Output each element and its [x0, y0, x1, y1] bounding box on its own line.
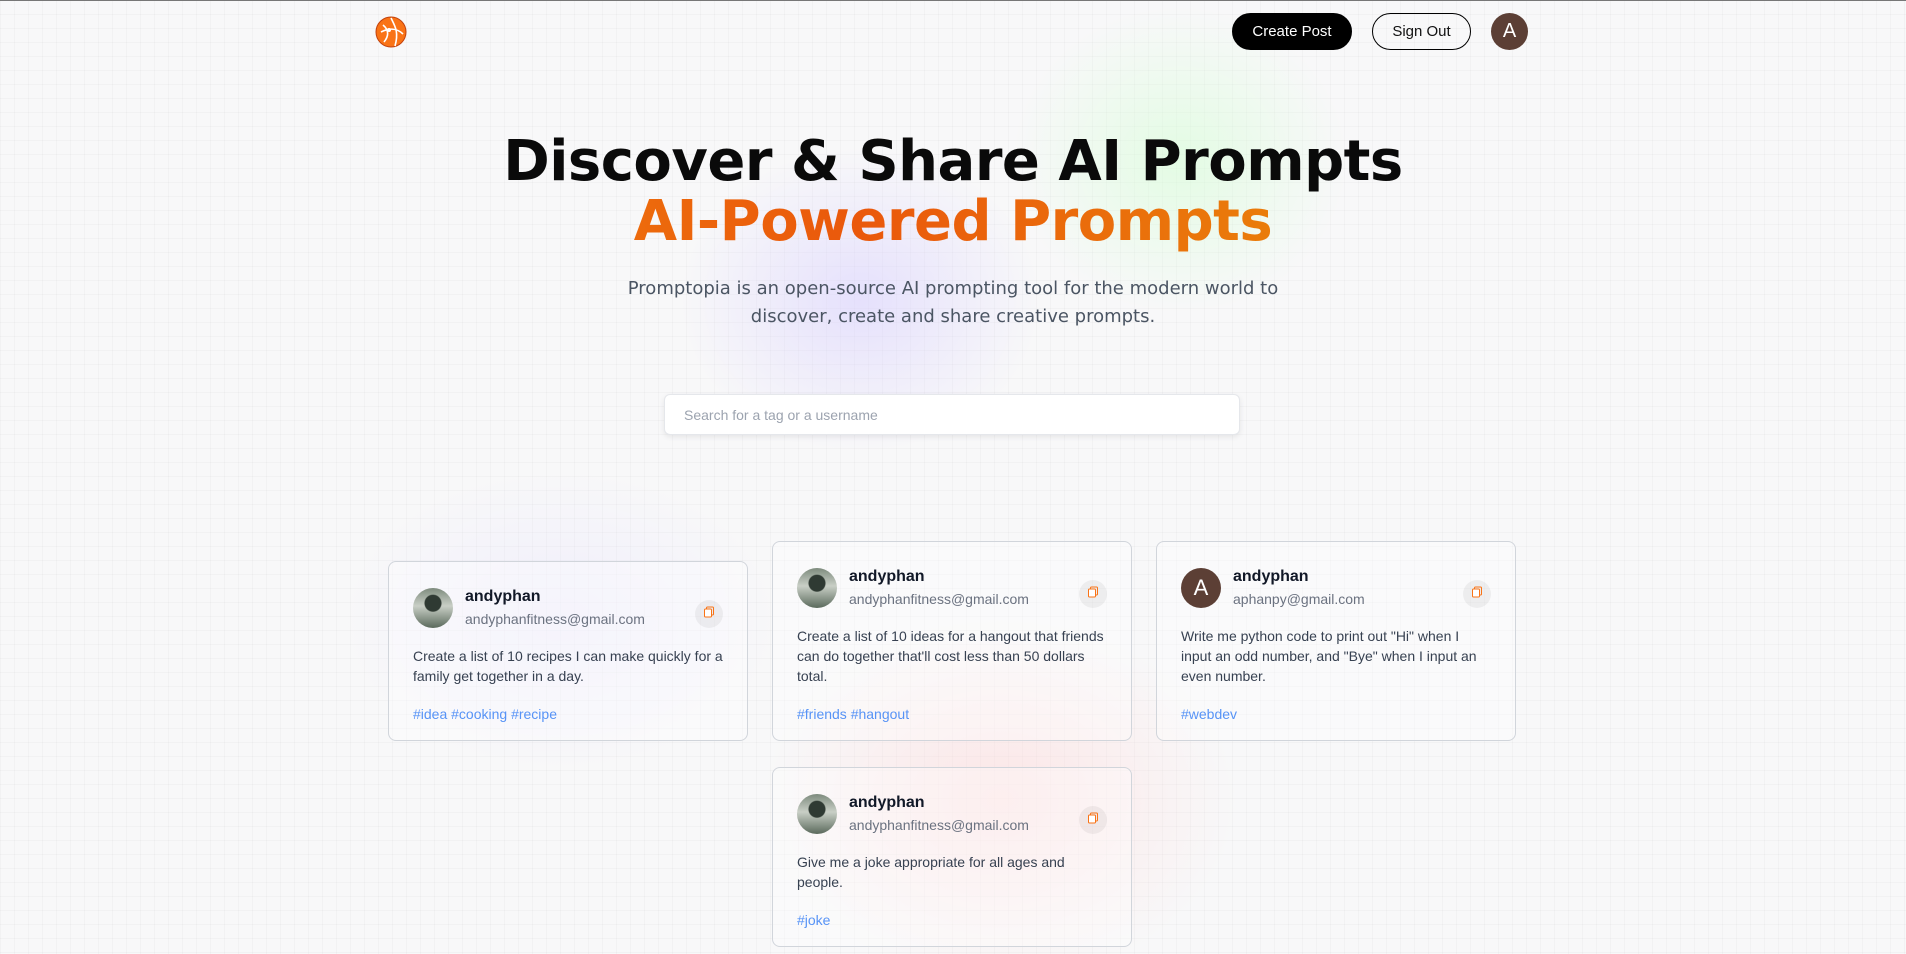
copy-icon	[703, 605, 715, 623]
hero-title: Discover & Share AI Prompts AI-Powered P…	[0, 132, 1906, 252]
prompt-text: Give me a joke appropriate for all ages …	[797, 854, 1065, 890]
create-post-button[interactable]: Create Post	[1232, 13, 1352, 50]
hero-title-highlight: AI-Powered Prompts	[0, 192, 1906, 252]
username: andyphan	[465, 588, 541, 605]
username: andyphan	[1233, 568, 1309, 585]
copy-button[interactable]	[1079, 806, 1107, 834]
copy-button[interactable]	[695, 600, 723, 628]
username: andyphan	[849, 568, 925, 585]
prompt-tags[interactable]: #friends #hangout	[797, 706, 1107, 740]
card-header: A andyphan aphanpy@gmail.com	[1181, 566, 1491, 610]
copy-icon	[1087, 585, 1099, 603]
user-email: andyphanfitness@gmail.com	[849, 591, 1029, 607]
card-user[interactable]: andyphan andyphanfitness@gmail.com	[797, 792, 1029, 836]
copy-icon	[1471, 585, 1483, 603]
hero-title-main: Discover & Share AI Prompts	[503, 129, 1403, 194]
prompt-tags[interactable]: #idea #cooking #recipe	[413, 706, 723, 740]
prompt-text: Write me python code to print out "Hi" w…	[1181, 628, 1477, 684]
profile-avatar[interactable]: A	[1491, 13, 1528, 50]
user-info: andyphan andyphanfitness@gmail.com	[849, 566, 1029, 610]
user-email: aphanpy@gmail.com	[1233, 591, 1365, 607]
card-user[interactable]: A andyphan aphanpy@gmail.com	[1181, 566, 1365, 610]
prompt-card[interactable]: A andyphan aphanpy@gmail.com Write me py…	[1156, 541, 1516, 741]
prompt-card[interactable]: andyphan andyphanfitness@gmail.com Creat…	[388, 561, 748, 741]
prompt-tags[interactable]: #webdev	[1181, 706, 1491, 740]
prompt-text: Create a list of 10 recipes I can make q…	[413, 648, 723, 684]
page: Create Post Sign Out A Discover & Share …	[0, 0, 1906, 954]
card-header: andyphan andyphanfitness@gmail.com	[797, 566, 1107, 610]
hero-description: Promptopia is an open-source AI promptin…	[627, 278, 1279, 327]
prompt-card[interactable]: andyphan andyphanfitness@gmail.com Give …	[772, 767, 1132, 947]
user-avatar[interactable]	[797, 568, 837, 608]
navbar: Create Post Sign Out A	[0, 0, 1906, 64]
user-avatar[interactable]	[413, 588, 453, 628]
username: andyphan	[849, 794, 925, 811]
user-email: andyphanfitness@gmail.com	[849, 817, 1029, 833]
user-info: andyphan andyphanfitness@gmail.com	[849, 792, 1029, 836]
card-header: andyphan andyphanfitness@gmail.com	[797, 792, 1107, 836]
promptopia-logo-icon[interactable]	[375, 16, 407, 48]
card-header: andyphan andyphanfitness@gmail.com	[413, 586, 723, 630]
sign-out-button[interactable]: Sign Out	[1372, 13, 1471, 50]
copy-button[interactable]	[1079, 580, 1107, 608]
user-info: andyphan andyphanfitness@gmail.com	[465, 586, 645, 630]
copy-button[interactable]	[1463, 580, 1491, 608]
user-avatar[interactable]	[797, 794, 837, 834]
search-input[interactable]	[664, 394, 1240, 435]
prompt-text: Create a list of 10 ideas for a hangout …	[797, 628, 1104, 684]
window-top-border	[0, 0, 1906, 1]
copy-icon	[1087, 811, 1099, 829]
user-email: andyphanfitness@gmail.com	[465, 611, 645, 627]
card-user[interactable]: andyphan andyphanfitness@gmail.com	[797, 566, 1029, 610]
user-info: andyphan aphanpy@gmail.com	[1233, 566, 1365, 610]
prompt-card[interactable]: andyphan andyphanfitness@gmail.com Creat…	[772, 541, 1132, 741]
card-user[interactable]: andyphan andyphanfitness@gmail.com	[413, 586, 645, 630]
user-avatar[interactable]: A	[1181, 568, 1221, 608]
prompt-tags[interactable]: #joke	[797, 912, 1107, 946]
